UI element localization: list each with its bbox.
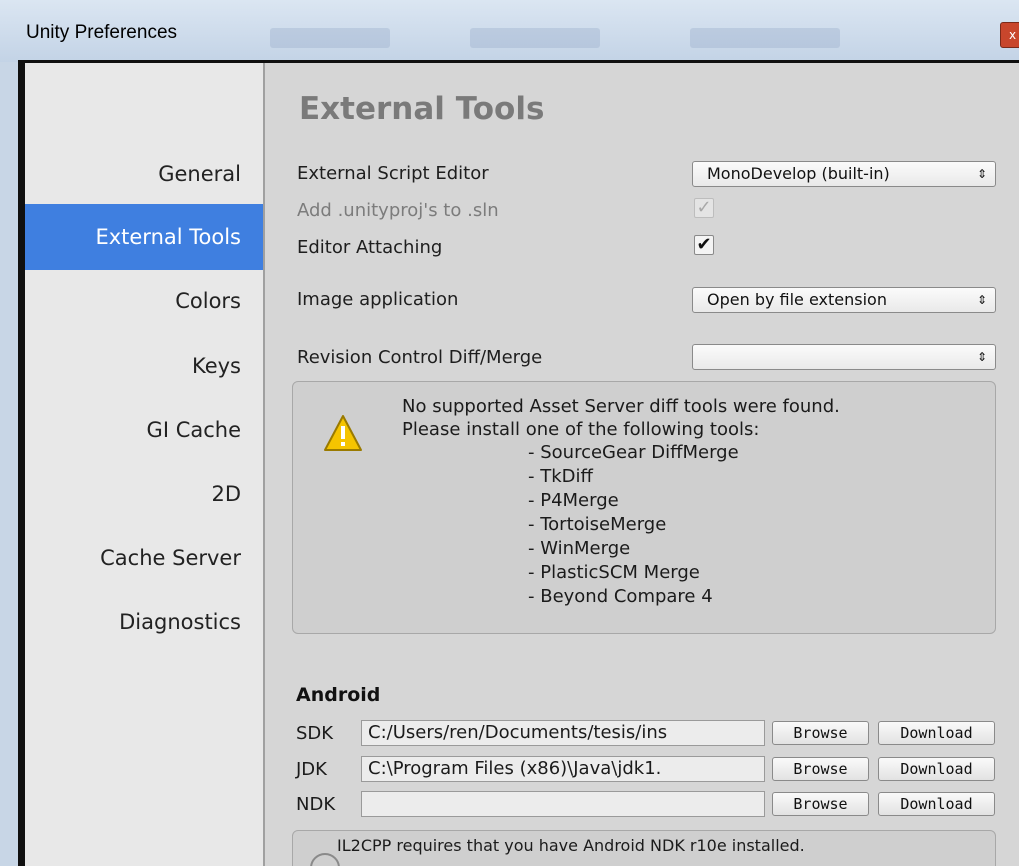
help-message-line: No supported Asset Server diff tools wer… bbox=[402, 396, 840, 417]
tool-list-item: - WinMerge bbox=[528, 538, 631, 559]
settings-panel: External Tools External Script Editor Mo… bbox=[265, 63, 1019, 866]
sidebar: General External Tools Colors Keys GI Ca… bbox=[25, 63, 265, 866]
android-section-title: Android bbox=[296, 684, 381, 706]
sidebar-item-keys[interactable]: Keys bbox=[25, 333, 263, 399]
preferences-window: Unity Preferences x General External Too… bbox=[0, 0, 1019, 866]
revision-control-label: Revision Control Diff/Merge bbox=[297, 347, 543, 368]
sidebar-item-cache-server[interactable]: Cache Server bbox=[25, 525, 263, 591]
checkmark-icon: ✓ bbox=[696, 197, 712, 218]
il2cpp-note-box: IL2CPP requires that you have Android ND… bbox=[292, 830, 996, 866]
external-script-editor-dropdown[interactable]: MonoDevelop (built-in) ⇕ bbox=[692, 161, 996, 187]
warning-icon bbox=[324, 415, 362, 451]
sdk-browse-button[interactable]: Browse bbox=[772, 721, 869, 745]
tool-list-item: - TortoiseMerge bbox=[528, 514, 667, 535]
image-application-label: Image application bbox=[297, 289, 459, 310]
external-script-editor-label: External Script Editor bbox=[297, 163, 489, 184]
dropdown-arrow-icon: ⇕ bbox=[976, 350, 987, 364]
close-icon: x bbox=[1009, 28, 1017, 42]
jdk-download-button[interactable]: Download bbox=[878, 757, 995, 781]
dropdown-arrow-icon: ⇕ bbox=[976, 293, 987, 307]
dropdown-value: Open by file extension bbox=[707, 290, 887, 309]
jdk-path-field[interactable]: C:\Program Files (x86)\Java\jdk1. bbox=[361, 756, 765, 782]
tool-list-item: - TkDiff bbox=[528, 466, 593, 487]
dropdown-arrow-icon: ⇕ bbox=[976, 167, 987, 181]
ndk-label: NDK bbox=[296, 794, 336, 815]
sdk-download-button[interactable]: Download bbox=[878, 721, 995, 745]
sidebar-item-colors[interactable]: Colors bbox=[25, 268, 263, 334]
il2cpp-note-text: IL2CPP requires that you have Android ND… bbox=[337, 836, 805, 855]
revision-control-dropdown[interactable]: ⇕ bbox=[692, 344, 996, 370]
sidebar-item-general[interactable]: General bbox=[25, 141, 263, 207]
page-title: External Tools bbox=[299, 91, 545, 127]
sdk-path-field[interactable]: C:/Users/ren/Documents/tesis/ins bbox=[361, 720, 765, 746]
ndk-browse-button[interactable]: Browse bbox=[772, 792, 869, 816]
ndk-path-field[interactable] bbox=[361, 791, 765, 817]
sdk-label: SDK bbox=[296, 723, 334, 744]
background-tab-ghost bbox=[270, 28, 390, 48]
help-message-line: Please install one of the following tool… bbox=[402, 419, 760, 440]
add-unityproj-label: Add .unityproj's to .sln bbox=[297, 200, 499, 221]
title-bar[interactable]: Unity Preferences x bbox=[0, 0, 1019, 62]
close-button[interactable]: x bbox=[1000, 22, 1019, 48]
background-tab-ghost bbox=[470, 28, 600, 48]
sidebar-item-2d[interactable]: 2D bbox=[25, 461, 263, 527]
checkmark-icon: ✔ bbox=[696, 234, 712, 255]
window-title: Unity Preferences bbox=[26, 22, 178, 43]
editor-attaching-label: Editor Attaching bbox=[297, 237, 443, 258]
sidebar-item-external-tools[interactable]: External Tools bbox=[25, 204, 263, 270]
background-tab-ghost bbox=[690, 28, 840, 48]
diff-tools-help-box: No supported Asset Server diff tools wer… bbox=[292, 381, 996, 634]
editor-attaching-checkbox[interactable]: ✔ bbox=[694, 235, 714, 255]
tool-list-item: - PlasticSCM Merge bbox=[528, 562, 700, 583]
add-unityproj-checkbox[interactable]: ✓ bbox=[694, 198, 714, 218]
image-application-dropdown[interactable]: Open by file extension ⇕ bbox=[692, 287, 996, 313]
tool-list-item: - SourceGear DiffMerge bbox=[528, 442, 739, 463]
dropdown-value: MonoDevelop (built-in) bbox=[707, 164, 890, 183]
tool-list-item: - P4Merge bbox=[528, 490, 619, 511]
tool-list-item: - Beyond Compare 4 bbox=[528, 586, 713, 607]
sidebar-item-diagnostics[interactable]: Diagnostics bbox=[25, 589, 263, 655]
ndk-download-button[interactable]: Download bbox=[878, 792, 995, 816]
sidebar-item-gi-cache[interactable]: GI Cache bbox=[25, 397, 263, 463]
jdk-browse-button[interactable]: Browse bbox=[772, 757, 869, 781]
info-icon bbox=[310, 853, 340, 866]
jdk-label: JDK bbox=[296, 759, 327, 780]
